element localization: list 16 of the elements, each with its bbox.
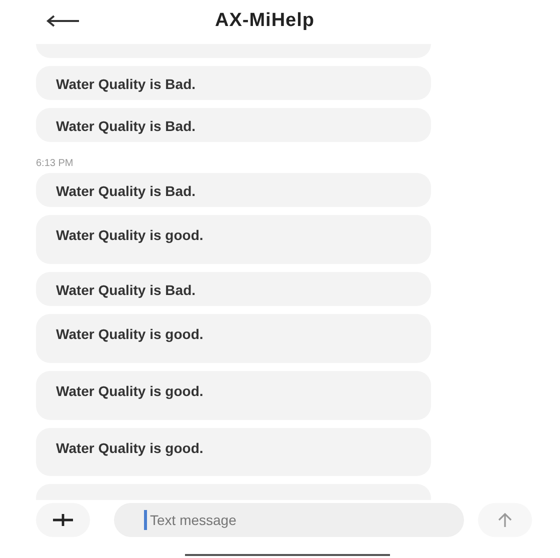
arrow-up-icon <box>497 512 513 528</box>
message-bubble: Water Quality is Bad. <box>36 172 431 208</box>
message-input[interactable]: Text message <box>114 503 464 537</box>
timestamp: 6:13 PM <box>36 158 74 169</box>
message-bubble: Water Quality is good. <box>36 215 431 264</box>
text-cursor <box>144 510 147 530</box>
add-button[interactable] <box>36 503 90 537</box>
message-bubble: Water Quality is Bad. <box>36 108 431 142</box>
chat-title: AX-MiHelp <box>215 10 314 32</box>
message-bubble: Water Quality is Bad. <box>36 66 431 100</box>
plus-icon <box>52 513 74 527</box>
back-arrow-icon[interactable] <box>46 15 80 27</box>
message-bubble: Water Quality is good. <box>36 314 431 363</box>
message-bubble: Water Quality is Bad. <box>36 272 431 306</box>
message-bubble: Water Quality is good. <box>36 370 431 420</box>
message-bubble: Water Quality is good. <box>36 428 431 476</box>
